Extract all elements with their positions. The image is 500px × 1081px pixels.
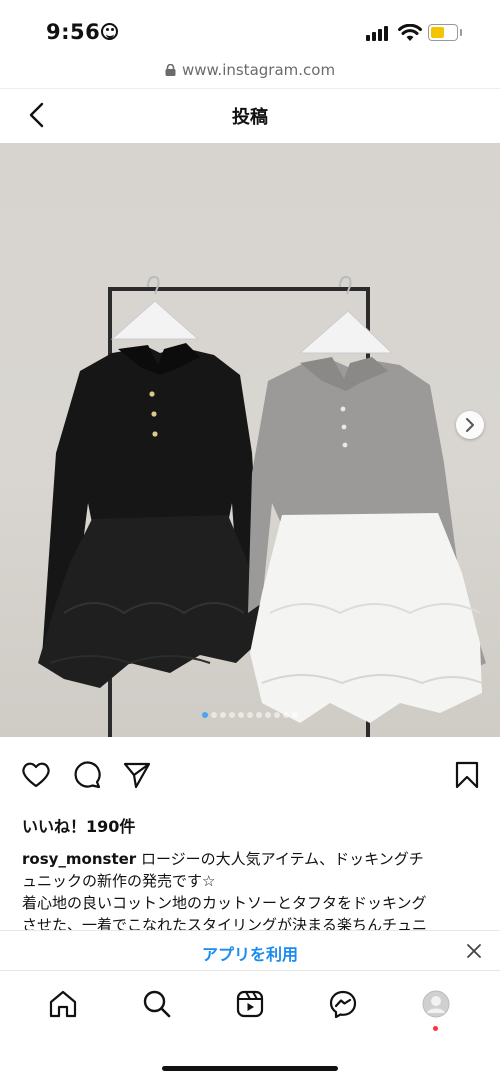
close-icon[interactable] <box>466 943 482 959</box>
post-actions <box>0 760 500 796</box>
caption-username[interactable]: rosy_monster <box>22 850 136 868</box>
search-icon[interactable] <box>142 989 172 1019</box>
carousel-dot <box>220 712 226 718</box>
notification-dot <box>433 1026 438 1031</box>
comment-icon[interactable] <box>72 760 102 790</box>
cellular-signal-icon <box>366 24 390 41</box>
send-icon[interactable] <box>122 760 152 790</box>
open-app-button[interactable]: アプリを利用 <box>0 941 500 965</box>
home-indicator <box>162 1066 338 1071</box>
status-time: 9:56 <box>46 20 101 44</box>
carousel-dot <box>274 712 280 718</box>
status-bar: 9:56 <box>0 0 500 56</box>
carousel-dot <box>247 712 253 718</box>
post-image[interactable] <box>0 143 500 737</box>
carousel-dot <box>292 712 298 718</box>
carousel-dot <box>202 712 208 718</box>
caption-text-line1: ロージーの大人気アイテム、ドッキングチ <box>136 850 424 868</box>
post-caption: rosy_monster ロージーの大人気アイテム、ドッキングチ ュニックの新作… <box>22 848 480 936</box>
carousel-dot <box>211 712 217 718</box>
caption-text-line2: ュニックの新作の発売です☆ <box>22 872 216 890</box>
carousel-dot <box>283 712 289 718</box>
post-header: 投稿 <box>0 88 500 144</box>
reels-icon[interactable] <box>235 989 265 1019</box>
wifi-icon <box>398 24 422 41</box>
carousel-dot <box>229 712 235 718</box>
lock-icon <box>165 64 176 76</box>
page-title: 投稿 <box>232 107 268 128</box>
messenger-icon[interactable] <box>328 989 358 1019</box>
bookmark-icon[interactable] <box>452 760 482 790</box>
carousel-dot <box>238 712 244 718</box>
carousel-dot <box>256 712 262 718</box>
caption-text-line3: 着心地の良いコットン地のカットソーとタフタをドッキング <box>22 894 427 912</box>
home-icon[interactable] <box>48 989 78 1019</box>
carousel-dot <box>265 712 271 718</box>
open-app-banner: アプリを利用 <box>0 930 500 971</box>
clothing-rack-photo <box>38 275 486 737</box>
browser-url-bar[interactable]: www.instagram.com <box>0 56 500 88</box>
bottom-navigation <box>0 970 500 1081</box>
like-count[interactable]: いいね！190件 <box>22 813 135 837</box>
heart-icon[interactable] <box>21 760 51 790</box>
focus-smiley-icon <box>101 23 118 40</box>
battery-icon <box>428 24 462 41</box>
browser-url: www.instagram.com <box>182 61 336 79</box>
chevron-right-icon[interactable] <box>456 411 484 439</box>
carousel-dots <box>0 712 500 722</box>
profile-icon[interactable] <box>421 989 451 1019</box>
